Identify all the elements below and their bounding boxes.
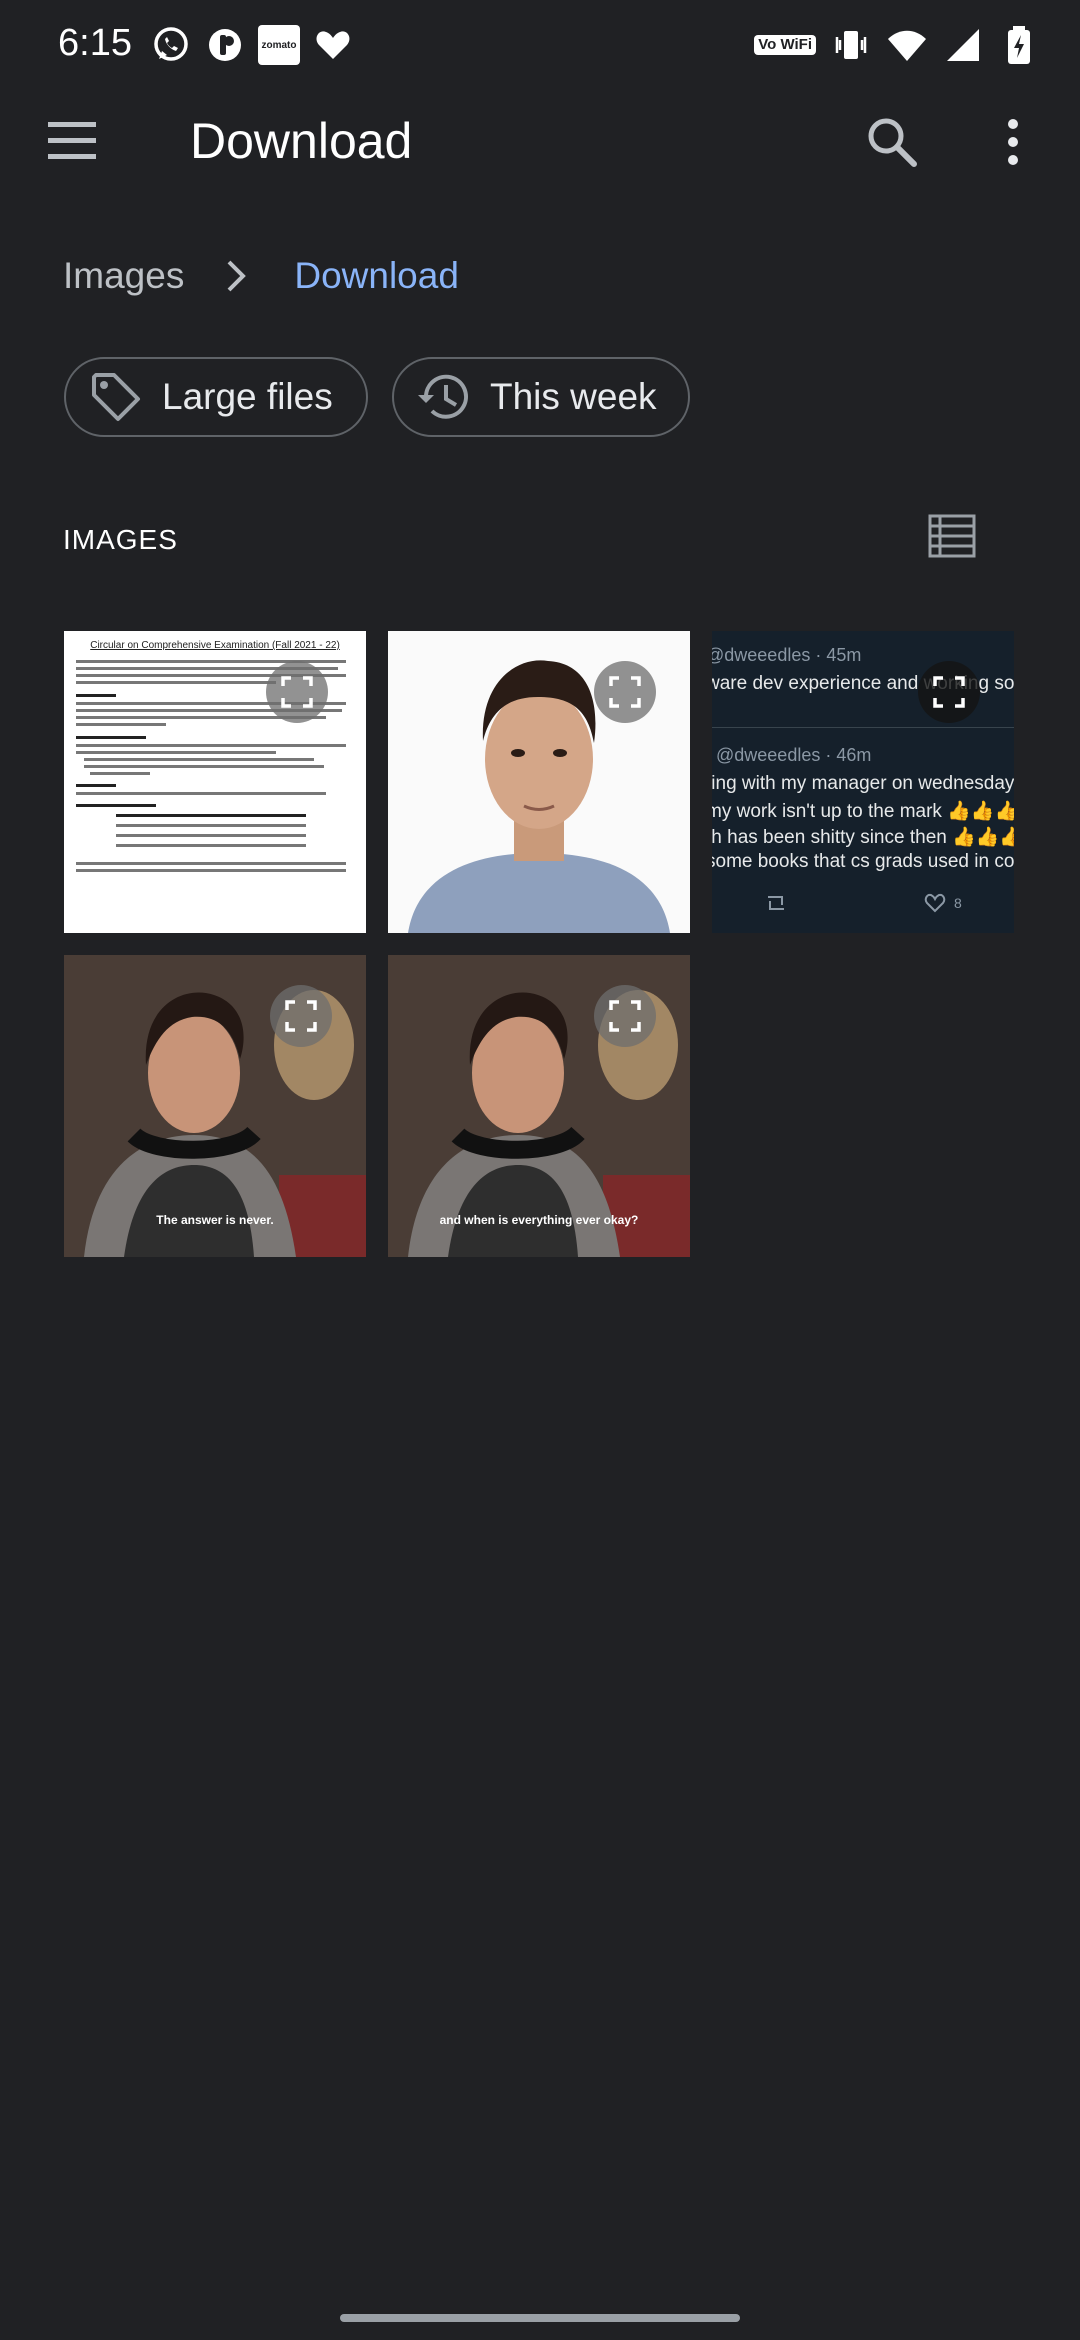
search-icon[interactable]	[862, 112, 922, 172]
zomato-icon: zomato	[258, 25, 300, 65]
expand-icon[interactable]	[594, 985, 656, 1047]
filter-chips: Large files This week	[64, 357, 690, 437]
page-title: Download	[190, 113, 413, 169]
chevron-right-icon	[216, 256, 256, 296]
expand-icon[interactable]	[270, 985, 332, 1047]
battery-charging-icon	[998, 24, 1040, 66]
document-title: Circular on Comprehensive Examination (F…	[90, 640, 340, 651]
expand-icon[interactable]	[266, 661, 328, 723]
like-count: 8	[954, 895, 962, 911]
tweet-text: my work isn't up to the mark 👍👍👍 c	[712, 801, 1014, 822]
vowifi-icon: Vo WiFi	[754, 35, 816, 55]
whatsapp-icon	[150, 24, 192, 66]
tag-icon	[88, 369, 144, 425]
signal-icon	[942, 24, 984, 66]
breadcrumb: Images Download	[63, 246, 459, 306]
image-thumbnail-document[interactable]: Circular on Comprehensive Examination (F…	[64, 631, 366, 933]
list-view-icon[interactable]	[928, 514, 976, 560]
home-indicator[interactable]	[340, 2314, 740, 2322]
tweet-handle: @dweeedles · 45m	[712, 645, 862, 665]
section-title: IMAGES	[63, 524, 178, 555]
image-thumbnail-video-still[interactable]: and when is everything ever okay?	[388, 955, 690, 1257]
image-thumbnail-tweet[interactable]: @dweeedles · 45m ware dev experience and…	[712, 631, 1014, 933]
image-thumbnail-portrait[interactable]	[388, 631, 690, 933]
pocket-icon	[204, 24, 246, 66]
chip-this-week[interactable]: This week	[392, 357, 690, 437]
wifi-icon	[886, 24, 928, 66]
chip-label: This week	[490, 376, 657, 417]
image-thumbnail-video-still[interactable]: The answer is never.	[64, 955, 366, 1257]
tweet-handle: @dweeedles · 46m	[716, 745, 872, 765]
tweet-divider	[712, 727, 1014, 728]
expand-icon[interactable]	[594, 661, 656, 723]
tweet-text: th has been shitty since then 👍👍👍 h	[712, 827, 1014, 848]
heart-icon	[312, 24, 354, 66]
chip-label: Large files	[162, 376, 333, 417]
video-subtitle: and when is everything ever okay?	[439, 1213, 639, 1227]
breadcrumb-item-images[interactable]: Images	[63, 255, 184, 297]
status-bar: 6:15 zomato Vo WiFi	[0, 0, 1080, 92]
breadcrumb-item-download[interactable]: Download	[294, 255, 459, 297]
tweet-text: some books that cs grads used in college	[712, 851, 1014, 872]
app-bar: Download	[0, 92, 1080, 192]
retweet-icon	[764, 893, 788, 918]
video-subtitle: The answer is never.	[156, 1213, 274, 1227]
chip-large-files[interactable]: Large files	[64, 357, 368, 437]
expand-icon[interactable]	[918, 661, 980, 723]
menu-icon[interactable]	[44, 116, 104, 166]
status-time: 6:15	[58, 22, 132, 64]
more-vert-icon[interactable]	[998, 112, 1028, 172]
tweet-text: ting with my manager on wednesday an	[712, 773, 1014, 794]
history-icon	[416, 369, 472, 425]
vibrate-icon	[830, 24, 872, 66]
like-icon	[924, 893, 946, 918]
